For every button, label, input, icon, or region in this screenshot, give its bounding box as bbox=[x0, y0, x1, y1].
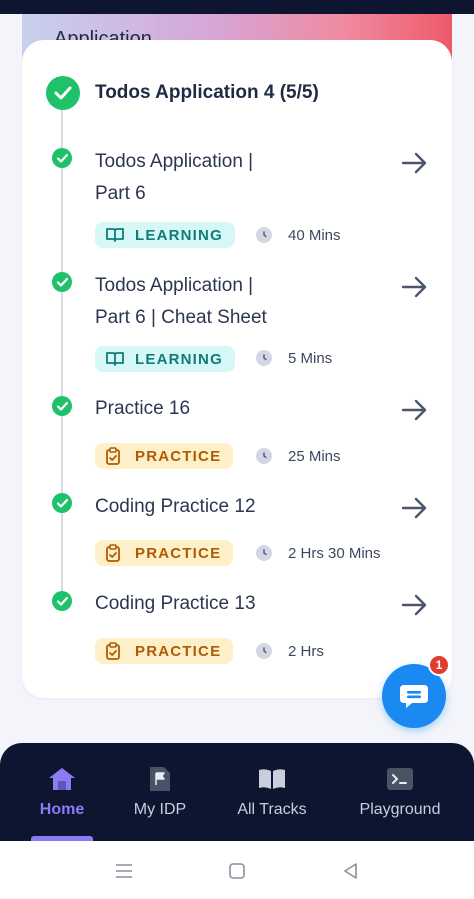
nav-my-idp[interactable]: My IDP bbox=[120, 743, 200, 841]
bottom-navigation: Home My IDP All Tracks Playground bbox=[0, 743, 474, 841]
nav-label: All Tracks bbox=[237, 801, 307, 818]
clock-icon bbox=[256, 227, 272, 243]
open-book-icon bbox=[257, 765, 287, 793]
item-title[interactable]: Todos Application | Part 6 bbox=[95, 146, 375, 210]
module-header bbox=[46, 76, 80, 110]
arrow-right-icon[interactable] bbox=[400, 593, 430, 617]
clipboard-check-icon bbox=[105, 642, 125, 660]
system-navigation-bar bbox=[0, 841, 474, 899]
arrow-right-icon[interactable] bbox=[400, 275, 430, 299]
item-duration: 2 Hrs 30 Mins bbox=[288, 545, 381, 562]
badge-label: LEARNING bbox=[135, 226, 223, 244]
module-complete-check-icon bbox=[46, 76, 80, 110]
practice-badge: PRACTICE bbox=[95, 540, 234, 566]
completed-check-icon bbox=[52, 148, 72, 168]
badge-label: PRACTICE bbox=[135, 447, 222, 465]
notification-badge: 1 bbox=[428, 654, 450, 676]
clock-icon bbox=[256, 350, 272, 366]
arrow-right-icon[interactable] bbox=[400, 398, 430, 422]
module-title: Todos Application 4 (5/5) bbox=[95, 82, 319, 103]
recent-apps-icon[interactable] bbox=[114, 861, 134, 881]
home-icon bbox=[47, 765, 77, 793]
nav-label: My IDP bbox=[133, 801, 187, 818]
timeline-line bbox=[61, 108, 63, 602]
nav-label: Playground bbox=[359, 801, 441, 818]
item-title[interactable]: Practice 16 bbox=[95, 393, 375, 425]
book-icon bbox=[105, 226, 125, 244]
clipboard-check-icon bbox=[105, 544, 125, 562]
nav-label: Home bbox=[39, 801, 85, 818]
item-title[interactable]: Coding Practice 12 bbox=[95, 491, 375, 523]
item-duration: 40 Mins bbox=[288, 227, 341, 244]
terminal-icon bbox=[385, 765, 415, 793]
clipboard-check-icon bbox=[105, 447, 125, 465]
practice-badge: PRACTICE bbox=[95, 638, 234, 664]
book-icon bbox=[105, 350, 125, 368]
clock-icon bbox=[256, 448, 272, 464]
item-duration: 5 Mins bbox=[288, 350, 333, 367]
chat-bubble-icon bbox=[400, 685, 428, 708]
learning-badge: LEARNING bbox=[95, 346, 235, 372]
item-title[interactable]: Coding Practice 13 bbox=[95, 588, 375, 620]
item-duration: 2 Hrs bbox=[288, 643, 324, 660]
learning-badge: LEARNING bbox=[95, 222, 235, 248]
arrow-right-icon[interactable] bbox=[400, 496, 430, 520]
nav-home[interactable]: Home bbox=[22, 743, 102, 841]
home-square-icon[interactable] bbox=[227, 861, 247, 881]
completed-check-icon bbox=[52, 493, 72, 513]
badge-label: LEARNING bbox=[135, 350, 223, 368]
item-duration: 25 Mins bbox=[288, 448, 341, 465]
back-triangle-icon[interactable] bbox=[340, 861, 360, 881]
arrow-right-icon[interactable] bbox=[400, 151, 430, 175]
status-bar bbox=[0, 0, 474, 14]
flag-document-icon bbox=[145, 765, 175, 793]
completed-check-icon bbox=[52, 396, 72, 416]
nav-playground[interactable]: Playground bbox=[350, 743, 450, 841]
badge-label: PRACTICE bbox=[135, 544, 222, 562]
practice-badge: PRACTICE bbox=[95, 443, 234, 469]
badge-label: PRACTICE bbox=[135, 642, 222, 660]
completed-check-icon bbox=[52, 272, 72, 292]
clock-icon bbox=[256, 545, 272, 561]
completed-check-icon bbox=[52, 591, 72, 611]
item-title[interactable]: Todos Application | Part 6 | Cheat Sheet bbox=[95, 270, 375, 334]
nav-all-tracks[interactable]: All Tracks bbox=[222, 743, 322, 841]
clock-icon bbox=[256, 643, 272, 659]
